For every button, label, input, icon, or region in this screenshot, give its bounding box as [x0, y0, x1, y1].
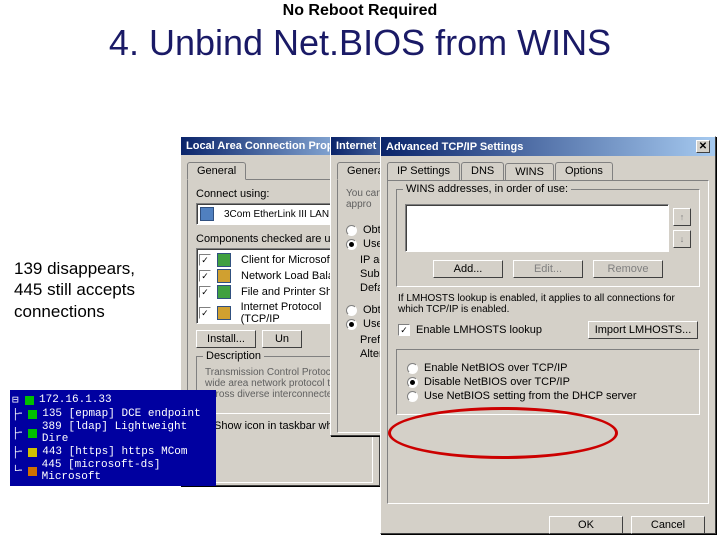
lmhosts-checkbox[interactable]: ✓ — [398, 324, 410, 336]
port-row: 389 [ldap] Lightweight Dire — [42, 421, 214, 445]
dhcp-netbios-radio[interactable] — [407, 391, 418, 402]
slide-subtitle: No Reboot Required — [0, 2, 720, 20]
fps-icon — [217, 285, 231, 299]
checkbox-icon[interactable]: ✓ — [199, 307, 211, 319]
port-row: 445 [microsoft-ds] Microsoft — [42, 459, 214, 483]
tab-options[interactable]: Options — [555, 162, 613, 180]
host-status-icon — [25, 396, 34, 405]
port-status-icon — [28, 467, 36, 476]
host-ip: 172.16.1.33 — [39, 394, 112, 406]
disable-netbios-radio[interactable] — [407, 377, 418, 388]
disable-netbios-label: Disable NetBIOS over TCP/IP — [424, 376, 570, 388]
adapter-name: 3Com EtherLink III LAN P — [224, 209, 339, 220]
enable-lmhosts-label: Enable LMHOSTS lookup — [416, 324, 542, 336]
wins-address-list[interactable] — [405, 204, 669, 252]
highlight-circle — [388, 407, 618, 459]
tcpip-icon — [217, 306, 231, 320]
tab-ip-settings[interactable]: IP Settings — [387, 162, 460, 180]
enable-netbios-label: Enable NetBIOS over TCP/IP — [424, 362, 567, 374]
install-button[interactable]: Install... — [196, 330, 256, 348]
move-down-button[interactable]: ↓ — [673, 230, 691, 248]
nlb-icon — [217, 269, 231, 283]
uninstall-button[interactable]: Un — [262, 330, 302, 348]
close-icon[interactable]: ✕ — [696, 140, 710, 153]
port-scan-output: ⊟172.16.1.33 ├╴135 [epmap] DCE endpoint … — [10, 390, 216, 486]
tab-dns[interactable]: DNS — [461, 162, 504, 180]
tab-wins[interactable]: WINS — [505, 163, 554, 181]
enable-netbios-radio[interactable] — [407, 363, 418, 374]
use-ip-radio[interactable] — [346, 239, 357, 250]
dialog3-title: Advanced TCP/IP Settings — [386, 141, 523, 153]
dhcp-netbios-label: Use NetBIOS setting from the DHCP server — [424, 390, 637, 402]
port-row: 135 [epmap] DCE endpoint — [42, 408, 200, 420]
client-icon — [217, 253, 231, 267]
import-lmhosts-button[interactable]: Import LMHOSTS... — [588, 321, 698, 339]
ok-button[interactable]: OK — [549, 516, 623, 534]
use-dns-radio[interactable] — [346, 319, 357, 330]
slide-title: 4. Unbind Net.BIOS from WINS — [0, 22, 720, 64]
checkbox-icon[interactable]: ✓ — [199, 254, 211, 266]
advanced-tcpip-dialog: Advanced TCP/IP Settings ✕ IP Settings D… — [380, 136, 716, 534]
port-row: 443 [https] https MCom — [42, 446, 187, 458]
cancel-button[interactable]: Cancel — [631, 516, 705, 534]
port-status-icon — [28, 448, 37, 457]
move-up-button[interactable]: ↑ — [673, 208, 691, 226]
dialog1-title: Local Area Connection Propert — [186, 140, 348, 152]
tab-general-1[interactable]: General — [187, 162, 246, 180]
edit-button[interactable]: Edit... — [513, 260, 583, 278]
dialog3-titlebar[interactable]: Advanced TCP/IP Settings ✕ — [381, 137, 715, 156]
checkbox-icon[interactable]: ✓ — [199, 286, 211, 298]
port-status-icon — [28, 410, 37, 419]
description-label: Description — [203, 350, 264, 362]
remove-button[interactable]: Remove — [593, 260, 663, 278]
adapter-icon — [200, 207, 214, 221]
port-status-icon — [28, 429, 37, 438]
obtain-ip-radio[interactable] — [346, 225, 357, 236]
obtain-dns-radio[interactable] — [346, 305, 357, 316]
wins-addresses-label: WINS addresses, in order of use: — [403, 183, 571, 195]
slide-annotation: 139 disappears, 445 still accepts connec… — [14, 258, 164, 322]
lmhosts-note: If LMHOSTS lookup is enabled, it applies… — [398, 293, 698, 315]
checkbox-icon[interactable]: ✓ — [199, 270, 211, 282]
add-button[interactable]: Add... — [433, 260, 503, 278]
